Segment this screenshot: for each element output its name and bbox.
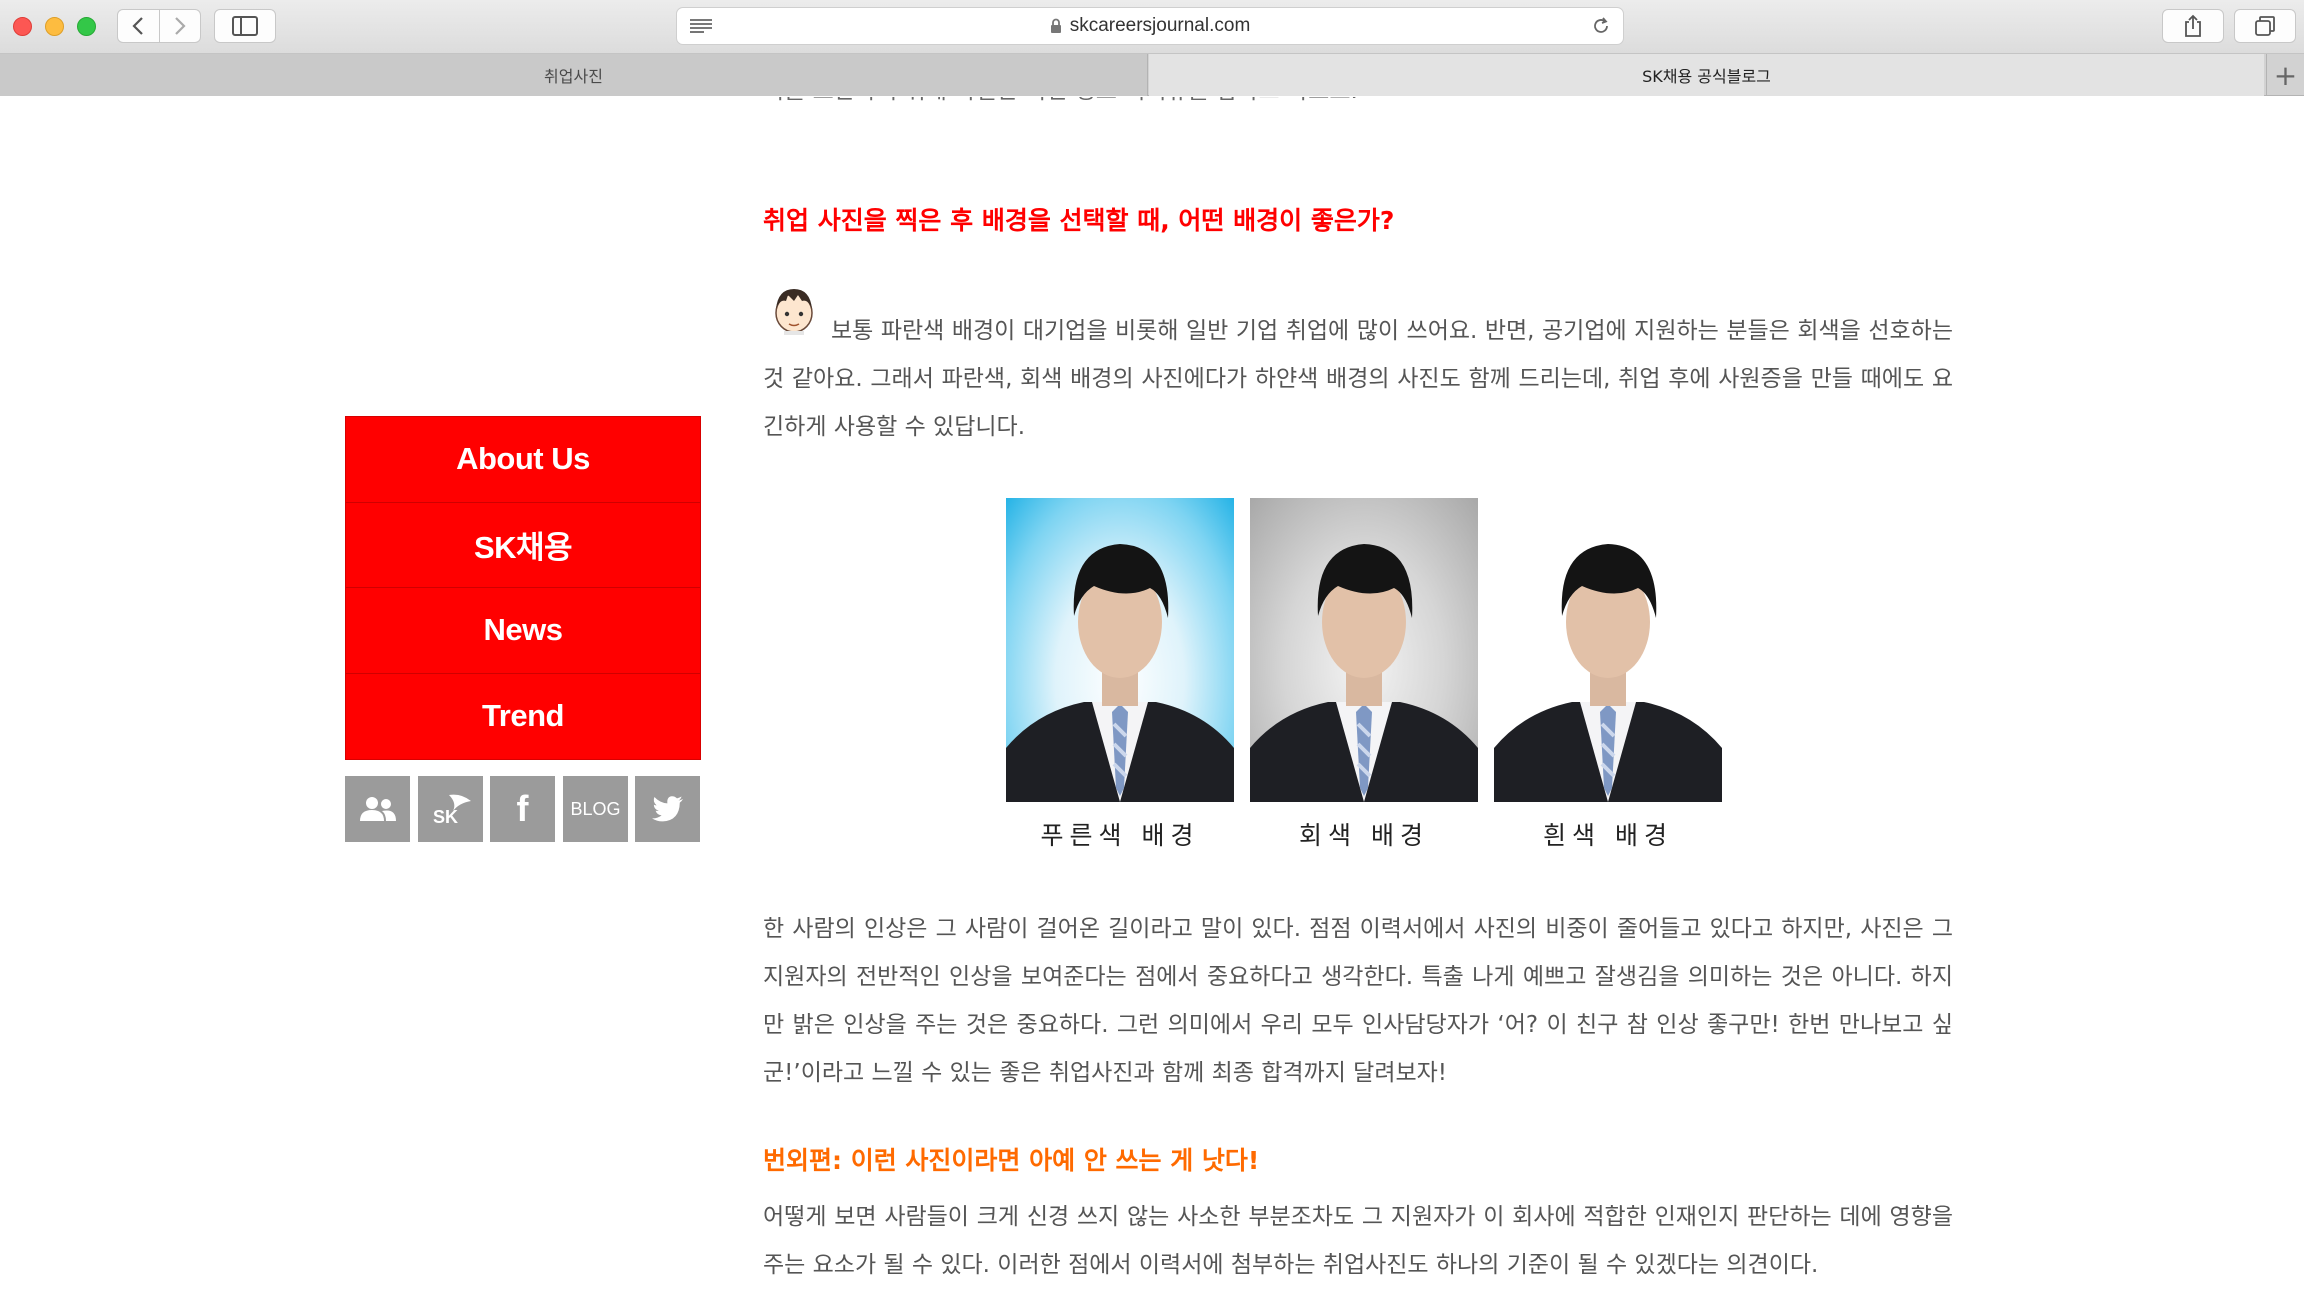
sidebar-item-sk-recruit[interactable]: SK채용: [346, 503, 700, 588]
share-button[interactable]: [2162, 9, 2224, 43]
photo-blue-background: [1006, 498, 1234, 802]
person-photo-image: [1006, 544, 1234, 802]
person-photo-image: [1494, 544, 1722, 802]
photo-caption: 푸른색 배경: [1040, 821, 1200, 850]
close-window-button[interactable]: [13, 17, 32, 36]
twitter-link[interactable]: [635, 776, 700, 842]
background-section-heading: 취업 사진을 찍은 후 배경을 선택할 때, 어떤 배경이 좋은가?: [763, 206, 1395, 235]
page-content: 이를 보완하기 위해 특별한 이번 정보 커리큐를 갑자고 하보요. 취업 사진…: [0, 97, 2304, 1289]
sidebar-icon: [232, 16, 258, 36]
tabs-overview-icon: [2255, 16, 2275, 36]
share-icon: [2185, 14, 2201, 37]
bonus-section-heading: 번외편: 이런 사진이라면 아예 안 쓰는 게 낫다!: [763, 1146, 1260, 1175]
background-paragraph: 보통 파란색 배경이 대기업을 비롯해 일반 기업 취업에 많이 쓰어요. 반면…: [763, 318, 1953, 440]
facebook-icon: f: [516, 788, 529, 829]
chevron-left-icon: [132, 17, 144, 35]
community-link[interactable]: [345, 776, 410, 842]
lock-icon: [1050, 18, 1061, 33]
facebook-link[interactable]: f: [490, 776, 555, 842]
browser-toolbar: skcareersjournal.com: [0, 0, 2304, 54]
back-button[interactable]: [118, 10, 159, 42]
url-text: skcareersjournal.com: [1069, 15, 1251, 36]
person-photo-image: [1250, 544, 1478, 802]
sidebar-item-about-us[interactable]: About Us: [346, 417, 700, 503]
bonus-paragraph: 어떻게 보면 사람들이 크게 신경 쓰지 않는 사소한 부분조차도 그 지원자가…: [763, 1204, 1953, 1278]
people-icon: [359, 797, 396, 821]
navigation-buttons: [117, 9, 201, 43]
photo-caption: 흰색 배경: [1543, 821, 1673, 850]
new-tab-button[interactable]: +: [2266, 54, 2304, 96]
photo-white-background: [1494, 498, 1722, 802]
blog-link[interactable]: BLOG: [563, 776, 628, 842]
blog-label: BLOG: [570, 798, 621, 819]
chevron-right-icon: [175, 17, 186, 35]
tab-bar: 취업사진 SK채용 공식블로그 +: [0, 54, 2304, 96]
sk-site-link[interactable]: SK: [418, 776, 483, 842]
impression-paragraph: 한 사람의 인상은 그 사람이 걸어온 길이라고 말이 있다. 점점 이력서에서…: [763, 916, 1953, 1086]
tab-job-photo[interactable]: 취업사진: [0, 54, 1148, 96]
sidebar-item-news[interactable]: News: [346, 588, 700, 674]
article-partial-line: 이를 보완하기 위해 특별한 이번 정보 커리큐를 갑자고 하보요.: [763, 97, 1358, 105]
sk-logo-text: SK: [433, 807, 458, 827]
forward-button[interactable]: [158, 10, 200, 42]
sidebar-item-trend[interactable]: Trend: [346, 674, 700, 760]
sidebar-toggle-button[interactable]: [214, 9, 276, 43]
twitter-bird-icon: [651, 796, 683, 822]
photo-gray-background: [1250, 498, 1478, 802]
photo-caption: 회색 배경: [1299, 821, 1429, 850]
address-bar[interactable]: skcareersjournal.com: [676, 7, 1624, 45]
fullscreen-window-button[interactable]: [77, 17, 96, 36]
sidebar-menu: About Us SK채용 News Trend: [345, 416, 701, 760]
sk-logo-icon: SK: [433, 794, 471, 827]
tab-sk-blog[interactable]: SK채용 공식블로그: [1149, 54, 2264, 96]
minimize-window-button[interactable]: [45, 17, 64, 36]
reload-icon[interactable]: [1591, 16, 1611, 36]
show-tabs-button[interactable]: [2234, 9, 2296, 43]
